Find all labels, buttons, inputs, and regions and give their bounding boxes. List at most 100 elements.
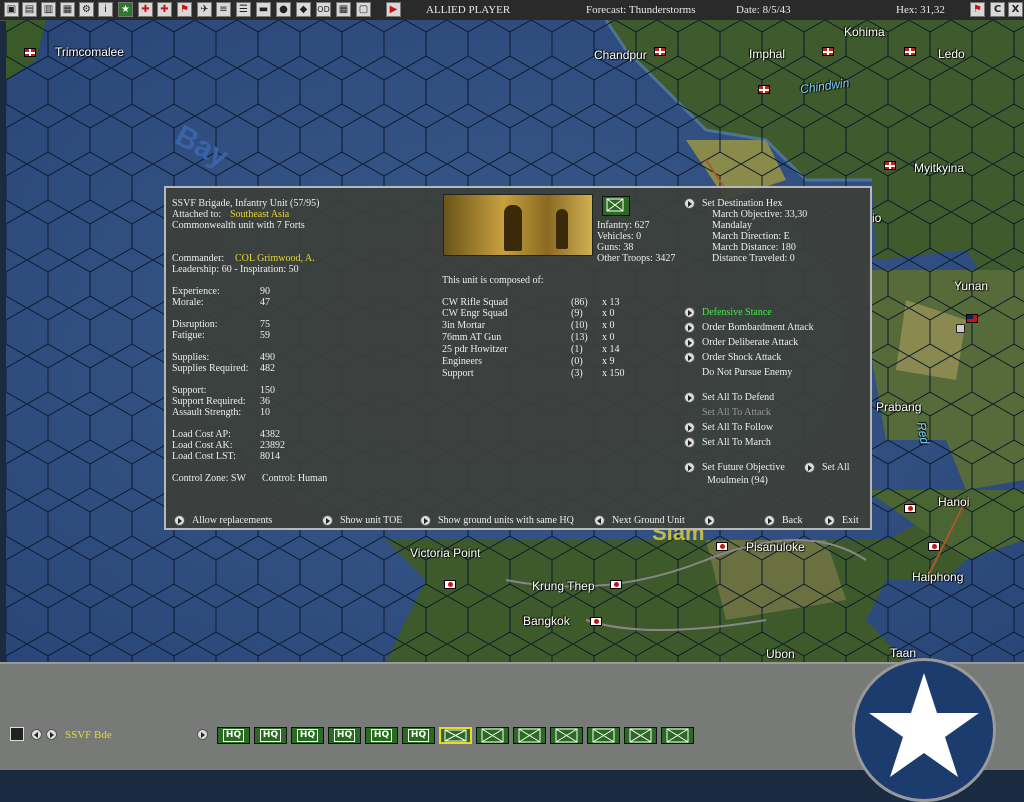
aircraft-list-icon[interactable]: ☰ bbox=[236, 2, 251, 17]
hq-unit-button[interactable]: HQ bbox=[291, 727, 324, 744]
set-destination-button[interactable] bbox=[684, 198, 695, 209]
defensive-stance-label[interactable]: Defensive Stance bbox=[702, 307, 772, 318]
allow-replacements-label[interactable]: Allow replacements bbox=[192, 515, 272, 526]
future-objective-label[interactable]: Set Future Objective bbox=[702, 462, 785, 473]
c-icon[interactable]: C bbox=[990, 2, 1005, 17]
aircraft-icon[interactable]: ▤ bbox=[22, 2, 37, 17]
next-ground-unit-button[interactable] bbox=[704, 515, 715, 526]
defensive-stance-button[interactable] bbox=[684, 307, 695, 318]
set-all-follow-button[interactable] bbox=[684, 422, 695, 433]
ship-list-icon[interactable]: ◆ bbox=[296, 2, 311, 17]
exit-label[interactable]: Exit bbox=[842, 515, 859, 526]
show-toe-label[interactable]: Show unit TOE bbox=[340, 515, 402, 526]
star-icon[interactable]: ★ bbox=[118, 2, 133, 17]
composition-name: 76mm AT Gun bbox=[442, 332, 502, 343]
shock-attack-label[interactable]: Order Shock Attack bbox=[702, 352, 781, 363]
japan-flag-icon bbox=[610, 580, 622, 589]
hq-unit-label: HQ bbox=[260, 729, 281, 742]
infantry-unit-button[interactable] bbox=[587, 727, 620, 744]
show-same-hq-label[interactable]: Show ground units with same HQ bbox=[438, 515, 574, 526]
stat-value: 36 bbox=[260, 396, 270, 407]
stat-label: Disruption: bbox=[172, 319, 218, 330]
hq-unit-button[interactable]: HQ bbox=[328, 727, 361, 744]
infantry-unit-button-selected[interactable] bbox=[439, 727, 472, 744]
map-label-haiphong: Haiphong bbox=[912, 570, 964, 584]
infantry-unit-button[interactable] bbox=[624, 727, 657, 744]
composition-count: (9) bbox=[571, 308, 583, 319]
map-label-kohima: Kohima bbox=[844, 25, 885, 39]
player-label: ALLIED PLAYER bbox=[426, 4, 511, 16]
commander-value[interactable]: COL Grimwood, A. bbox=[235, 253, 315, 264]
infantry-unit-button[interactable] bbox=[550, 727, 583, 744]
panel-toggle-icon[interactable] bbox=[10, 727, 24, 741]
show-toe-button[interactable] bbox=[322, 515, 333, 526]
deliberate-attack-label[interactable]: Order Deliberate Attack bbox=[702, 337, 798, 348]
bombardment-attack-button[interactable] bbox=[684, 322, 695, 333]
unit-marker-icon[interactable] bbox=[956, 324, 965, 333]
stat-label: Morale: bbox=[172, 297, 204, 308]
plane-icon[interactable]: ✈ bbox=[197, 2, 212, 17]
set-all-label[interactable]: Set All bbox=[822, 462, 850, 473]
infantry-symbol-icon bbox=[518, 728, 541, 743]
next-unit-button[interactable] bbox=[46, 729, 57, 740]
hq-unit-button[interactable]: HQ bbox=[365, 727, 398, 744]
allow-replacements-button[interactable] bbox=[174, 515, 185, 526]
back-button[interactable] bbox=[764, 515, 775, 526]
ship-icon[interactable]: ✚ bbox=[157, 2, 172, 17]
prev-ground-unit-button[interactable] bbox=[594, 515, 605, 526]
set-all-defend-button[interactable] bbox=[684, 392, 695, 403]
map-label-bangkok: Bangkok bbox=[523, 614, 570, 628]
set-all-defend-label[interactable]: Set All To Defend bbox=[702, 392, 774, 403]
infantry-unit-button[interactable] bbox=[661, 727, 694, 744]
pursue-enemy-label[interactable]: Do Not Pursue Enemy bbox=[702, 367, 792, 378]
shock-attack-button[interactable] bbox=[684, 352, 695, 363]
info-icon[interactable]: i bbox=[98, 2, 113, 17]
prev-unit-button[interactable] bbox=[31, 729, 42, 740]
deliberate-attack-button[interactable] bbox=[684, 337, 695, 348]
hq-unit-button[interactable]: HQ bbox=[254, 727, 287, 744]
save-icon[interactable]: ▣ bbox=[4, 2, 19, 17]
table-icon[interactable]: ≡ bbox=[216, 2, 231, 17]
set-all-march-button[interactable] bbox=[684, 437, 695, 448]
set-all-follow-label[interactable]: Set All To Follow bbox=[702, 422, 773, 433]
map-label-ubon: Ubon bbox=[766, 647, 795, 661]
x-icon[interactable]: X bbox=[1008, 2, 1023, 17]
globe-icon[interactable]: ● bbox=[276, 2, 291, 17]
od-icon[interactable]: OD bbox=[316, 2, 331, 17]
grid-icon[interactable]: ▦ bbox=[336, 2, 351, 17]
play-icon[interactable]: ▶ bbox=[386, 2, 401, 17]
set-all-march-label[interactable]: Set All To March bbox=[702, 437, 771, 448]
screen-icon[interactable]: ▢ bbox=[356, 2, 371, 17]
attached-value[interactable]: Southeast Asia bbox=[230, 209, 289, 220]
list-icon[interactable]: ▦ bbox=[60, 2, 75, 17]
infantry-symbol-icon bbox=[444, 729, 467, 742]
settings-icon[interactable]: ⚙ bbox=[79, 2, 94, 17]
back-label[interactable]: Back bbox=[782, 515, 803, 526]
other-troops-count: Other Troops: 3427 bbox=[597, 253, 676, 264]
forecast-label: Forecast: Thunderstorms bbox=[586, 4, 696, 16]
composition-x: x 0 bbox=[602, 332, 615, 343]
exit-button[interactable] bbox=[824, 515, 835, 526]
composition-name: CW Engr Squad bbox=[442, 308, 508, 319]
hq-unit-button[interactable]: HQ bbox=[402, 727, 435, 744]
bombardment-attack-label[interactable]: Order Bombardment Attack bbox=[702, 322, 814, 333]
exit-icon[interactable]: ⚑ bbox=[970, 2, 985, 17]
next-ground-unit-label[interactable]: Next Ground Unit bbox=[612, 515, 685, 526]
infantry-unit-button[interactable] bbox=[476, 727, 509, 744]
set-destination-label[interactable]: Set Destination Hex bbox=[702, 198, 783, 209]
stat-value: 8014 bbox=[260, 451, 280, 462]
map-label-chandpur: Chandpur bbox=[594, 48, 647, 62]
flag-icon[interactable]: ⚑ bbox=[177, 2, 192, 17]
air-unit-icon[interactable]: ✚ bbox=[138, 2, 153, 17]
set-all-attack-label: Set All To Attack bbox=[702, 407, 771, 418]
set-all-button[interactable] bbox=[804, 462, 815, 473]
stat-value: 47 bbox=[260, 297, 270, 308]
commander-label: Commander: bbox=[172, 253, 225, 264]
future-objective-button[interactable] bbox=[684, 462, 695, 473]
infantry-unit-button[interactable] bbox=[513, 727, 546, 744]
unit-strip-arrow-button[interactable] bbox=[197, 729, 208, 740]
show-same-hq-button[interactable] bbox=[420, 515, 431, 526]
hq-unit-button[interactable]: HQ bbox=[217, 727, 250, 744]
hq-icon[interactable]: ▬ bbox=[256, 2, 271, 17]
reports-icon[interactable]: ▥ bbox=[41, 2, 56, 17]
